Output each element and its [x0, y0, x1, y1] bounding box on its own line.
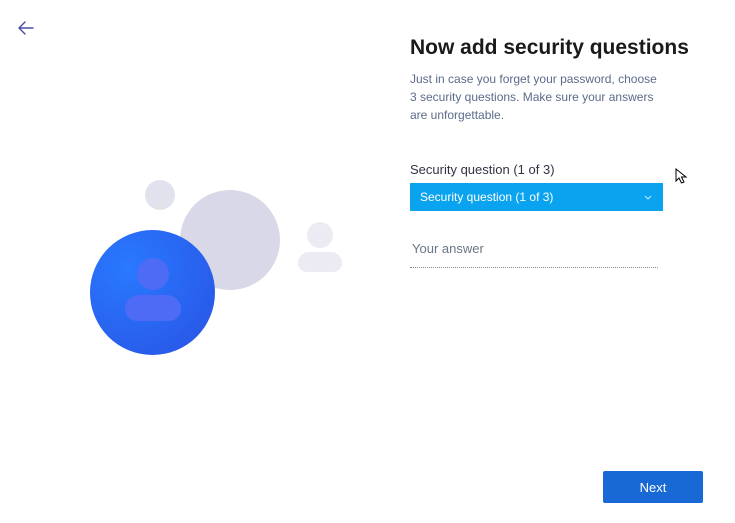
- dropdown-selected-text: Security question (1 of 3): [420, 190, 643, 204]
- avatar-icon-back: [295, 222, 345, 272]
- user-illustration: [90, 180, 290, 380]
- next-button[interactable]: Next: [603, 471, 703, 503]
- arrow-left-icon: [18, 21, 34, 35]
- form-panel: Now add security questions Just in case …: [410, 36, 700, 268]
- chevron-down-icon: [643, 192, 653, 202]
- answer-input[interactable]: [410, 235, 658, 262]
- page-title: Now add security questions: [410, 36, 700, 60]
- decorative-circle-small: [145, 180, 175, 210]
- decorative-circle-front: [90, 230, 215, 355]
- security-question-dropdown[interactable]: Security question (1 of 3): [410, 183, 663, 211]
- back-button[interactable]: [16, 18, 36, 38]
- avatar-icon-front: [120, 258, 185, 323]
- page-description: Just in case you forget your password, c…: [410, 70, 660, 124]
- answer-field-wrapper: [410, 235, 658, 268]
- security-question-label: Security question (1 of 3): [410, 162, 700, 177]
